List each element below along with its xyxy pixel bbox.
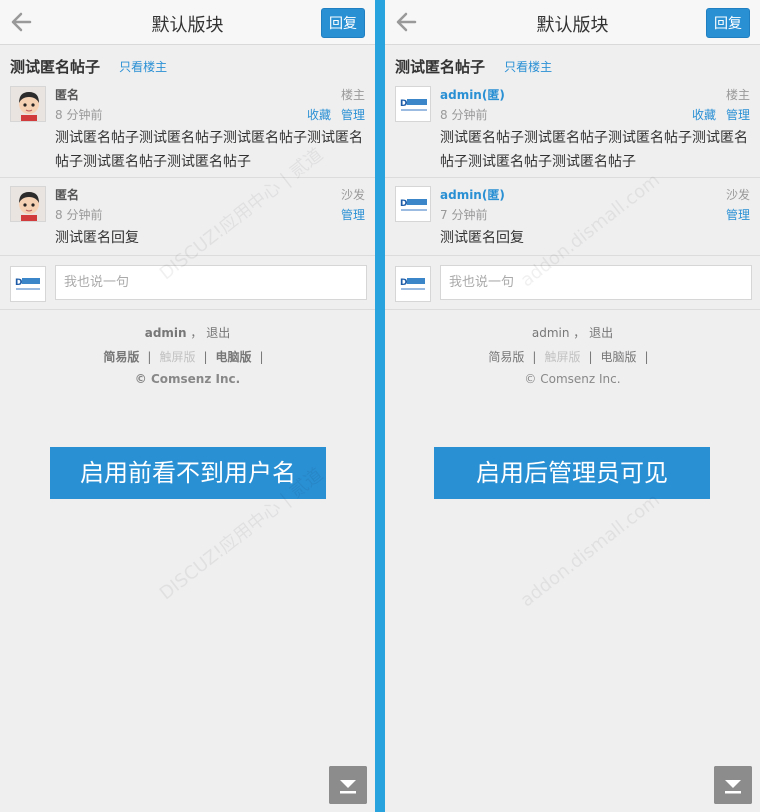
forum-title: 默认版块	[536, 15, 609, 36]
cartoon-avatar-icon[interactable]	[10, 186, 46, 222]
svg-text:D: D	[15, 278, 22, 288]
touch-version-link[interactable]: 触屏版	[544, 350, 580, 364]
footer-user: admin ， 退出	[385, 324, 760, 341]
post-author[interactable]: admin(匿)	[440, 186, 505, 203]
footer-links: 简易版 | 触屏版 | 电脑版 |	[103, 350, 264, 364]
cartoon-avatar-icon[interactable]	[10, 86, 46, 122]
post-actions: 收藏 管理	[682, 106, 750, 123]
post-time: 8 分钟前	[55, 108, 103, 122]
only-op-link[interactable]: 只看楼主	[119, 58, 167, 75]
thread-title: 测试匿名帖子	[395, 58, 486, 76]
reply-input[interactable]: 我也说一句	[55, 265, 367, 300]
post-time: 7 分钟前	[440, 208, 488, 222]
post-floor: 沙发	[725, 188, 750, 202]
footer-comma: ，	[573, 326, 586, 340]
post-actions: 管理	[331, 206, 365, 223]
footer-user: admin ， 退出	[0, 324, 375, 341]
copyright: © Comsenz Inc.	[524, 372, 621, 386]
logo-avatar-icon: D	[10, 266, 46, 302]
simple-version-link[interactable]: 简易版	[103, 350, 139, 364]
manage-link[interactable]: 管理	[726, 108, 750, 122]
manage-link[interactable]: 管理	[341, 208, 365, 222]
post-floor: 楼主	[340, 88, 365, 102]
manage-link[interactable]: 管理	[726, 208, 750, 222]
pc-version-link[interactable]: 电脑版	[601, 350, 637, 364]
right-phone-panel: 默认版块 回复 测试匿名帖子 只看楼主 D admin(匿) 8 分钟前 楼主 …	[385, 0, 760, 812]
watermark: addon.dismall.com	[516, 489, 664, 612]
copyright: © Comsenz Inc.	[134, 372, 241, 386]
scroll-to-bottom-icon[interactable]	[714, 766, 752, 804]
top-bar: 默认版块 回复	[0, 0, 375, 45]
footer-links: 简易版 | 触屏版 | 电脑版 |	[488, 350, 649, 364]
post-author[interactable]: 匿名	[55, 186, 79, 203]
post-item: 匿名 8 分钟前 楼主 收藏 管理 测试匿名帖子测试匿名帖子测试匿名帖子测试匿名帖…	[0, 80, 375, 178]
reply-bar: D 我也说一句	[385, 258, 760, 310]
favorite-link[interactable]: 收藏	[692, 108, 716, 122]
pc-version-link[interactable]: 电脑版	[216, 350, 252, 364]
post-floor: 楼主	[725, 88, 750, 102]
simple-version-link[interactable]: 简易版	[488, 350, 524, 364]
favorite-link[interactable]: 收藏	[307, 108, 331, 122]
manage-link[interactable]: 管理	[341, 108, 365, 122]
post-time: 8 分钟前	[440, 108, 488, 122]
post-author[interactable]: admin(匿)	[440, 86, 505, 103]
scroll-to-bottom-icon[interactable]	[329, 766, 367, 804]
caption-banner: 启用后管理员可见	[434, 447, 710, 499]
reply-button[interactable]: 回复	[706, 8, 750, 38]
post-time: 8 分钟前	[55, 208, 103, 222]
caption-banner: 启用前看不到用户名	[50, 447, 326, 499]
post-content: 测试匿名回复	[55, 230, 139, 246]
post-content: 测试匿名回复	[440, 230, 524, 246]
top-bar: 默认版块 回复	[385, 0, 760, 45]
svg-text:D: D	[400, 99, 407, 109]
footer-username[interactable]: admin	[532, 326, 570, 340]
touch-version-link[interactable]: 触屏版	[159, 350, 195, 364]
post-floor: 沙发	[340, 188, 365, 202]
footer-comma: ，	[190, 326, 203, 340]
reply-button[interactable]: 回复	[321, 8, 365, 38]
logout-link[interactable]: 退出	[206, 326, 230, 340]
logo-avatar-icon[interactable]: D	[395, 186, 431, 222]
footer-username[interactable]: admin	[145, 326, 187, 340]
post-item: D admin(匿) 8 分钟前 楼主 收藏 管理 测试匿名帖子测试匿名帖子测试匿…	[385, 80, 760, 178]
reply-bar: D 我也说一句	[0, 258, 375, 310]
forum-title: 默认版块	[151, 15, 224, 36]
thread-header: 测试匿名帖子 只看楼主	[10, 56, 365, 76]
post-actions: 收藏 管理	[297, 106, 365, 123]
reply-input[interactable]: 我也说一句	[440, 265, 752, 300]
post-content: 测试匿名帖子测试匿名帖子测试匿名帖子测试匿名帖子测试匿名帖子测试匿名帖子	[440, 130, 748, 170]
post-item: 匿名 8 分钟前 沙发 管理 测试匿名回复	[0, 180, 375, 256]
thread-title: 测试匿名帖子	[10, 58, 101, 76]
logo-avatar-icon[interactable]: D	[395, 86, 431, 122]
logo-avatar-icon: D	[395, 266, 431, 302]
only-op-link[interactable]: 只看楼主	[504, 58, 552, 75]
post-author[interactable]: 匿名	[55, 86, 79, 103]
svg-text:D: D	[400, 278, 407, 288]
svg-text:D: D	[400, 199, 407, 209]
post-content: 测试匿名帖子测试匿名帖子测试匿名帖子测试匿名帖子测试匿名帖子测试匿名帖子	[55, 130, 363, 170]
left-phone-panel: 默认版块 回复 测试匿名帖子 只看楼主 匿名 8 分钟前 楼主 收藏 管理 测试匿…	[0, 0, 375, 812]
thread-header: 测试匿名帖子 只看楼主	[395, 56, 750, 76]
post-actions: 管理	[716, 206, 750, 223]
logout-link[interactable]: 退出	[589, 326, 613, 340]
post-item: D admin(匿) 7 分钟前 沙发 管理 测试匿名回复	[385, 180, 760, 256]
